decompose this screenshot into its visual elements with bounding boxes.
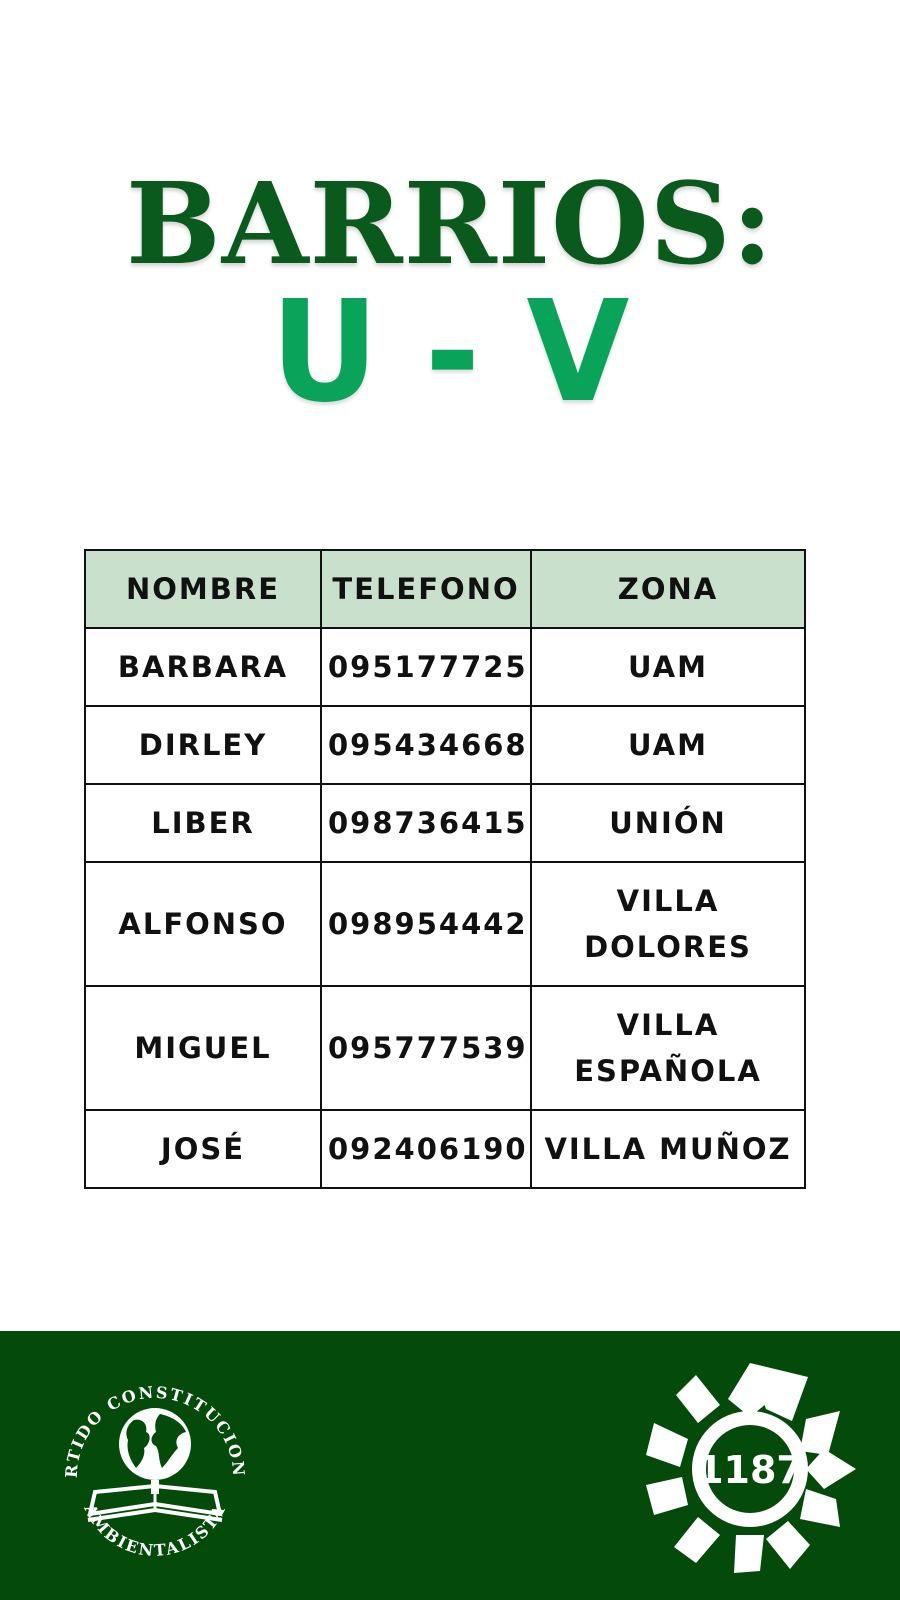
globe-on-book-icon xyxy=(87,1408,223,1522)
cell-nombre: ALFONSO xyxy=(84,861,322,987)
table-row: DIRLEY 095434668 UAM xyxy=(84,705,806,785)
cell-nombre: DIRLEY xyxy=(84,705,322,785)
table-row: MIGUEL 095777539 VILLA ESPAÑOLA xyxy=(84,985,806,1111)
cell-telefono: 095177725 xyxy=(320,627,532,707)
cell-telefono: 095434668 xyxy=(320,705,532,785)
cell-telefono: 095777539 xyxy=(320,985,532,1111)
cell-nombre: JOSÉ xyxy=(84,1109,322,1189)
header-nombre: NOMBRE xyxy=(84,549,322,629)
cell-telefono: 098954442 xyxy=(320,861,532,987)
cell-zona: VILLA DOLORES xyxy=(530,861,806,987)
table-row: ALFONSO 098954442 VILLA DOLORES xyxy=(84,861,806,987)
table-row: BARBARA 095177725 UAM xyxy=(84,627,806,707)
cell-zona: UNIÓN xyxy=(530,783,806,863)
cell-telefono: 092406190 xyxy=(320,1109,532,1189)
cell-nombre: BARBARA xyxy=(84,627,322,707)
party-logo: PARTIDO CONSTITUCIONAL AMBIENTALISTA xyxy=(50,1364,246,1560)
cell-zona: VILLA ESPAÑOLA xyxy=(530,985,806,1111)
table-row: LIBER 098736415 UNIÓN xyxy=(84,783,806,863)
footer-band: PARTIDO CONSTITUCIONAL AMBIENTALISTA xyxy=(0,1331,900,1600)
cell-telefono: 098736415 xyxy=(320,783,532,863)
contacts-table: NOMBRE TELEFONO ZONA BARBARA 095177725 U… xyxy=(84,549,806,1189)
table-header-row: NOMBRE TELEFONO ZONA xyxy=(84,549,806,629)
page-subtitle: U - V xyxy=(270,271,630,434)
table-row: JOSÉ 092406190 VILLA MUÑOZ xyxy=(84,1109,806,1189)
cell-zona: UAM xyxy=(530,705,806,785)
header-zona: ZONA xyxy=(530,549,806,629)
list-logo: 1187 xyxy=(646,1363,856,1573)
cell-zona: VILLA MUÑOZ xyxy=(530,1109,806,1189)
cell-zona: UAM xyxy=(530,627,806,707)
cell-nombre: MIGUEL xyxy=(84,985,322,1111)
list-number: 1187 xyxy=(697,1448,803,1492)
cell-nombre: LIBER xyxy=(84,783,322,863)
header-telefono: TELEFONO xyxy=(320,549,532,629)
